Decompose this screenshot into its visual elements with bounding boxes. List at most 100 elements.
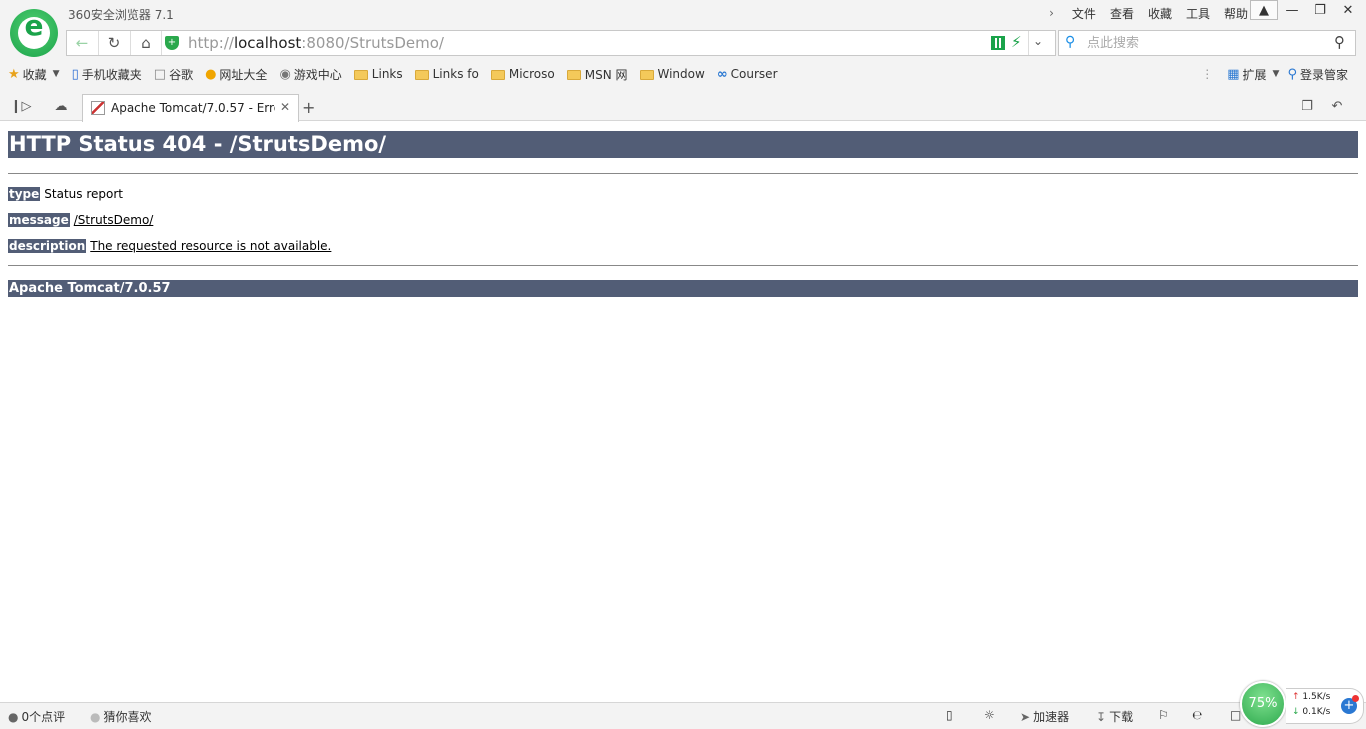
chevron-right-icon[interactable]: › <box>1049 6 1054 20</box>
comments-label: 0个点评 <box>21 710 66 724</box>
coursera-icon: ∞ <box>716 66 728 82</box>
bookmarks-bar: ★ 收藏 ▼ ▯ 手机收藏夹 □ 谷歌 ● 网址大全 ◉ 游戏中心 Links … <box>8 64 790 84</box>
description-label: description <box>8 239 87 253</box>
description-row: description The requested resource is not… <box>8 239 1358 253</box>
refresh-icon[interactable]: ↻ <box>99 31 129 55</box>
tab-bar: ❙▷ ☁ Apache Tomcat/7.0.57 - Error report… <box>0 92 1366 122</box>
folder-icon <box>490 70 505 80</box>
folder-icon <box>353 70 368 80</box>
bookmark-label: Links fo <box>432 67 479 81</box>
more-dots-icon[interactable]: ⋮ <box>1201 67 1213 81</box>
down-arrow-icon: ↓ <box>1292 707 1300 717</box>
up-arrow-icon: ↑ <box>1292 692 1300 702</box>
gamepad-icon: ◉ <box>279 66 291 82</box>
menu-file[interactable]: 文件 <box>1072 5 1096 22</box>
menu-view[interactable]: 查看 <box>1110 5 1134 22</box>
favorites-menu[interactable]: ★ 收藏 ▼ <box>8 66 60 83</box>
globe-icon: ● <box>205 66 217 82</box>
bookmark-game-center[interactable]: ◉ 游戏中心 <box>279 66 341 83</box>
bookmark-links-fo[interactable]: Links fo <box>414 67 479 81</box>
chevron-down-icon[interactable]: ⌄ <box>1033 34 1043 48</box>
browser-logo-icon[interactable]: e <box>10 9 58 57</box>
lightning-icon[interactable]: ⚡ <box>1011 33 1022 51</box>
minimize-icon[interactable]: — <box>1278 0 1306 20</box>
new-tab-icon[interactable]: + <box>302 98 315 117</box>
download-label: 下载 <box>1109 710 1134 724</box>
notification-dot-icon <box>1352 695 1359 702</box>
download-icon: ↧ <box>1096 710 1107 724</box>
maximize-icon[interactable]: ❐ <box>1306 0 1334 20</box>
bookmark-label: Microso <box>508 67 555 81</box>
back-arrow-icon[interactable]: ← <box>67 31 97 55</box>
speed-ball[interactable]: 75% <box>1240 681 1286 727</box>
divider <box>8 173 1358 174</box>
guess-you-like-button[interactable]: ● 猜你喜欢 <box>90 708 152 725</box>
bookmark-google[interactable]: □ 谷歌 <box>154 66 193 83</box>
bookmarks-bar-right: ⋮ ▦ 扩展 ▼ ⚲ 登录管家 <box>1201 64 1356 84</box>
type-row: type Status report <box>8 187 1358 201</box>
divider <box>8 265 1358 266</box>
url-scheme: http:// <box>188 34 234 52</box>
security-shield-icon[interactable]: + <box>165 36 179 50</box>
tab-list-icon[interactable]: ❐ <box>1294 96 1320 118</box>
bookmark-courser[interactable]: ∞ Courser <box>717 67 778 82</box>
window-controls: ▲ — ❐ ✕ <box>1250 0 1362 22</box>
download-speed-row: ↓ 0.1K/s <box>1292 707 1330 717</box>
menu-help[interactable]: 帮助 <box>1224 5 1248 22</box>
star-icon: ★ <box>8 66 20 82</box>
search-engine-icon[interactable]: ⚲ <box>1065 34 1075 50</box>
bookmark-label: Links <box>371 67 403 81</box>
bookmark-label: Window <box>657 67 705 81</box>
compat-mode-icon[interactable]: ☼ <box>984 708 995 722</box>
bookmark-url-directory[interactable]: ● 网址大全 <box>205 66 267 83</box>
message-row: message/StrutsDemo/ <box>8 213 1358 227</box>
upload-speed-row: ↑ 1.5K/s <box>1292 692 1330 702</box>
mobile-icon[interactable]: ▯ <box>946 708 953 722</box>
speed-percent: 75% <box>1248 696 1278 711</box>
bookmark-links[interactable]: Links <box>353 67 403 81</box>
network-speed-panel: ↑ 1.5K/s ↓ 0.1K/s + <box>1286 688 1364 724</box>
search-icon[interactable]: ⚲ <box>1334 33 1345 51</box>
bookmark-mobile[interactable]: ▯ 手机收藏夹 <box>72 66 142 83</box>
bookmark-label: 手机收藏夹 <box>81 67 142 82</box>
message-label: message <box>8 213 70 227</box>
home-icon[interactable]: ⌂ <box>131 31 161 55</box>
menu-tools[interactable]: 工具 <box>1186 5 1210 22</box>
ie-icon[interactable]: ℮ <box>1192 708 1202 722</box>
bookmark-label: 谷歌 <box>169 67 194 82</box>
login-manager-button[interactable]: ⚲ 登录管家 <box>1287 66 1348 83</box>
divider <box>1028 31 1029 55</box>
folder-icon <box>639 70 654 80</box>
qr-code-icon[interactable] <box>991 36 1005 50</box>
chevron-down-icon: ▼ <box>1272 69 1280 79</box>
bookmark-window[interactable]: Window <box>639 67 705 81</box>
dot-icon: ● <box>90 710 101 724</box>
bookmark-msn[interactable]: MSN 网 <box>566 66 628 83</box>
url-field[interactable]: http://localhost:8080/StrutsDemo/ <box>188 34 444 52</box>
status-bar: ● 0个点评 ● 猜你喜欢 ▯ ☼ ➤ 加速器 ↧ 下载 ⚐ ℮ □ <box>0 702 1366 729</box>
extensions-label: 扩展 <box>1242 67 1267 82</box>
cloud-icon[interactable]: ☁ <box>48 96 74 118</box>
undo-close-icon[interactable]: ↶ <box>1324 96 1350 118</box>
tab-active[interactable]: Apache Tomcat/7.0.57 - Error report ✕ <box>82 94 299 122</box>
menu-favorites[interactable]: 收藏 <box>1148 5 1172 22</box>
bookmark-label: MSN 网 <box>584 67 628 82</box>
download-button[interactable]: ↧ 下载 <box>1096 708 1133 725</box>
accelerator-button[interactable]: ➤ 加速器 <box>1020 708 1069 725</box>
close-icon[interactable]: ✕ <box>1334 0 1362 20</box>
address-bar: ← ↻ ⌂ + http://localhost:8080/StrutsDemo… <box>66 30 1056 56</box>
sidebar-toggle-icon[interactable]: ❙▷ <box>8 96 34 118</box>
search-box: ⚲ ⚲ <box>1058 30 1356 56</box>
extensions-button[interactable]: ▦ 扩展 ▼ <box>1227 66 1279 83</box>
window-icon[interactable]: □ <box>1230 708 1241 722</box>
close-tab-icon[interactable]: ✕ <box>280 100 290 114</box>
skin-icon[interactable]: ▲ <box>1250 0 1278 20</box>
phone-icon: ▯ <box>71 66 79 82</box>
login-manager-label: 登录管家 <box>1299 67 1348 82</box>
search-input[interactable] <box>1087 34 1317 52</box>
flag-icon[interactable]: ⚐ <box>1158 708 1169 722</box>
server-footer: Apache Tomcat/7.0.57 <box>8 280 1358 297</box>
bookmark-microso[interactable]: Microso <box>490 67 555 81</box>
comments-button[interactable]: ● 0个点评 <box>8 708 65 725</box>
tomcat-favicon-icon <box>91 101 105 115</box>
